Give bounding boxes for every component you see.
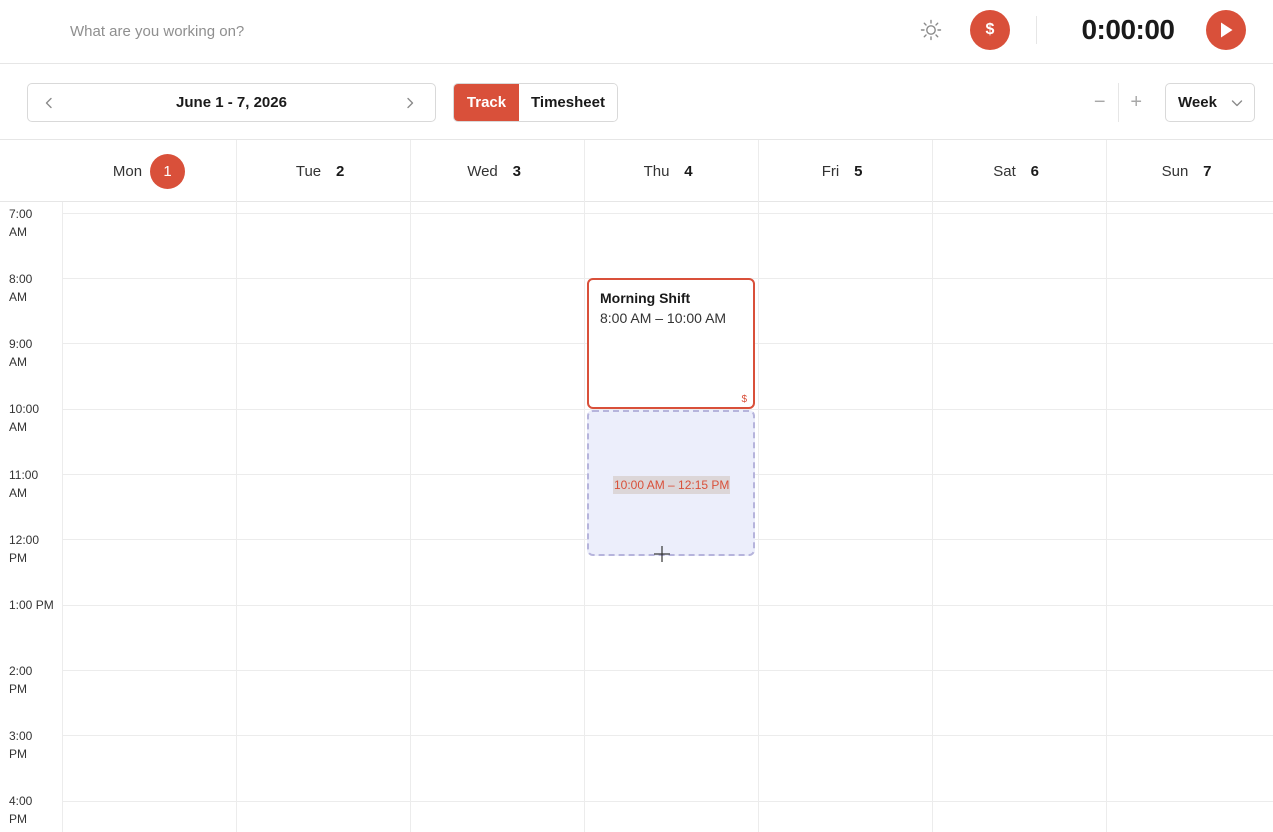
day-header-sun[interactable]: Sun 7	[1106, 140, 1273, 202]
today-date-badge: 1	[150, 153, 186, 189]
day-number: 3	[512, 162, 521, 180]
zoom-out-button[interactable]: −	[1082, 83, 1118, 122]
day-header-tue[interactable]: Tue 2	[236, 140, 410, 202]
day-name: Fri	[821, 162, 840, 180]
calendar-time-grid[interactable]: 7:00 AM 8:00 AM 9:00 AM 10:00 AM 11:00 AM 12:…	[0, 202, 1273, 832]
day-gridline	[410, 202, 411, 832]
track-mode-button[interactable]: Track	[454, 84, 519, 121]
hour-label: 11:00 AM	[9, 468, 39, 500]
day-header-sat[interactable]: Sat 6	[932, 140, 1106, 202]
day-header-wed[interactable]: Wed 3	[410, 140, 584, 202]
hour-label: 12:00 PM	[9, 533, 40, 565]
calendar-toolbar: June 1 - 7, 2026 Track Timesheet − + Wee…	[0, 64, 1273, 140]
hour-label: 1:00 PM	[9, 598, 54, 612]
crosshair-cursor-icon	[654, 546, 670, 562]
timer-display: 0:00:00	[1081, 14, 1175, 45]
date-range-label[interactable]: June 1 - 7, 2026	[88, 84, 375, 121]
day-name: Wed	[467, 162, 498, 180]
day-number: 5	[854, 162, 863, 180]
day-gridline	[758, 202, 759, 832]
timesheet-mode-button[interactable]: Timesheet	[519, 84, 617, 121]
view-select[interactable]: Week	[1165, 83, 1255, 122]
time-entry-time: 8:00 AM – 10:00 AM	[600, 310, 727, 326]
start-timer-button[interactable]	[1206, 10, 1246, 50]
hour-label: 2:00 PM	[9, 664, 33, 696]
day-header-fri[interactable]: Fri 5	[758, 140, 932, 202]
next-week-button[interactable]	[399, 92, 421, 114]
day-header-mon[interactable]: Mon 1	[62, 140, 236, 202]
day-name: Sat	[993, 162, 1016, 180]
day-number: 4	[684, 162, 693, 180]
sun-icon	[920, 19, 942, 41]
day-name: Tue	[295, 162, 322, 180]
dollar-icon: $	[985, 21, 995, 38]
hour-label: 10:00 AM	[9, 402, 40, 434]
hour-label: 3:00 PM	[9, 729, 33, 761]
day-number: 2	[335, 162, 345, 180]
play-icon	[1221, 22, 1233, 38]
day-gridline	[1106, 202, 1107, 832]
hour-gridline	[62, 670, 1273, 671]
new-entry-selection[interactable]: 10:00 AM – 12:15 PM	[587, 410, 755, 556]
theme-toggle-button[interactable]	[916, 15, 946, 45]
hour-label: 7:00 AM	[9, 207, 33, 239]
week-day-header: Mon 1 Tue 2 Wed 3 Thu 4 Fri 5 Sat 6 Sun …	[0, 140, 1273, 202]
hour-label: 8:00 AM	[9, 272, 33, 304]
day-number: 6	[1030, 162, 1039, 180]
hour-gridline	[62, 213, 1273, 214]
top-bar: $ 0:00:00	[0, 0, 1273, 64]
day-gridline	[62, 202, 63, 832]
chevron-down-icon	[1231, 100, 1243, 107]
day-name: Thu	[643, 162, 670, 180]
day-header-thu[interactable]: Thu 4	[584, 140, 758, 202]
billable-dollar-icon: $	[741, 394, 747, 405]
hour-gridline	[62, 605, 1273, 606]
hour-gridline	[62, 801, 1273, 802]
chevron-left-icon	[45, 97, 52, 109]
selection-time-label: 10:00 AM – 12:15 PM	[613, 476, 731, 494]
previous-week-button[interactable]	[38, 92, 60, 114]
zoom-in-button[interactable]: +	[1118, 83, 1154, 122]
time-entry-title: Morning Shift	[600, 290, 691, 306]
date-range-navigator: June 1 - 7, 2026	[27, 83, 436, 122]
zoom-controls: − +	[1082, 83, 1154, 122]
time-entry-morning-shift[interactable]: Morning Shift 8:00 AM – 10:00 AM $	[587, 278, 755, 409]
hour-gridline	[62, 735, 1273, 736]
billable-toggle-button[interactable]: $	[970, 10, 1010, 50]
chevron-right-icon	[407, 97, 414, 109]
day-gridline	[932, 202, 933, 832]
view-select-value: Week	[1178, 94, 1217, 111]
day-gridline	[584, 202, 585, 832]
day-gridline	[236, 202, 237, 832]
work-description-input[interactable]	[60, 14, 660, 48]
mode-toggle: Track Timesheet	[453, 83, 618, 122]
day-number: 7	[1203, 162, 1212, 180]
day-name: Mon	[112, 162, 143, 180]
hour-label: 9:00 AM	[9, 337, 33, 369]
day-name: Sun	[1161, 162, 1189, 180]
divider	[1036, 16, 1037, 44]
hour-label: 4:00 PM	[9, 794, 33, 826]
